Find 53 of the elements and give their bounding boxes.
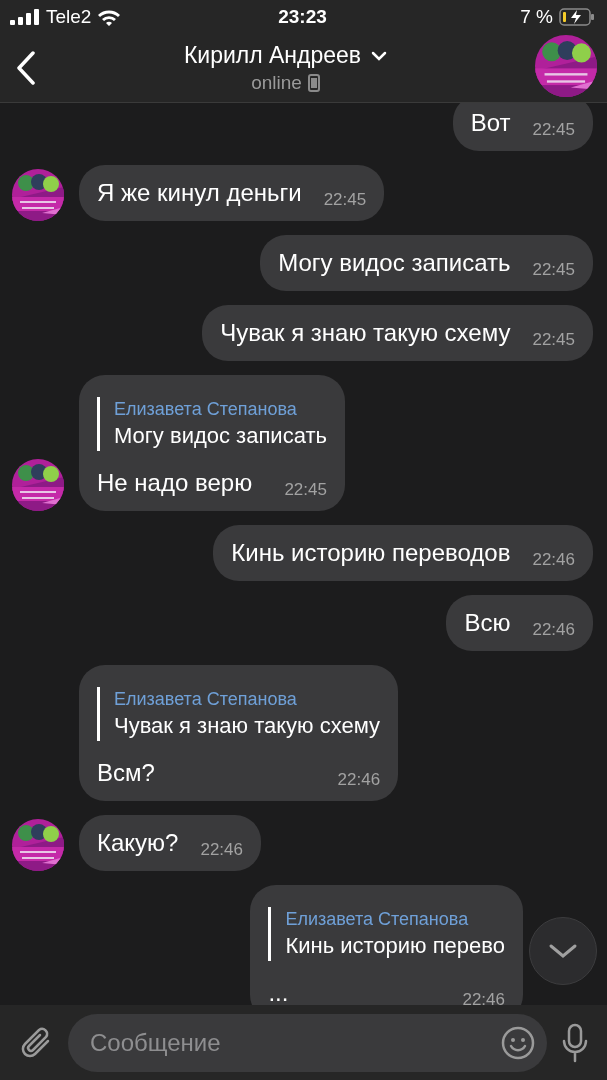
message-time: 22:45	[532, 329, 575, 351]
message-text: Чувак я знаю такую схему	[220, 318, 511, 348]
phone-icon	[307, 74, 320, 92]
contact-name[interactable]: Кирилл Андреев	[183, 42, 362, 69]
quoted-message[interactable]: Елизавета Степанова Чувак я знаю такую схему	[97, 687, 381, 741]
carrier-name: Tele2	[46, 6, 92, 28]
smiley-icon[interactable]	[501, 1025, 535, 1060]
message-text: Какую?	[97, 828, 179, 858]
message-text: Не надо верю	[97, 468, 253, 498]
back-icon[interactable]	[16, 51, 36, 85]
message-text: Я же кинул деньги	[97, 178, 302, 208]
battery-percent: 7 %	[520, 6, 553, 28]
message-bubble[interactable]: Елизавета Степанова Могу видос записать Не надо верю 22:45	[79, 375, 345, 511]
clock: 23:23	[278, 6, 327, 28]
message-text: Могу видос записать	[278, 248, 511, 278]
message-bubble[interactable]: Какую? 22:46	[79, 815, 261, 871]
message-bubble[interactable]: Всю 22:46	[446, 595, 593, 651]
message-time: 22:45	[532, 119, 575, 141]
signal-icon	[10, 9, 40, 25]
message-bubble[interactable]: Я же кинул деньги 22:45	[79, 165, 385, 221]
quote-author: Елизавета Степанова	[114, 398, 298, 421]
quote-text: Кинь историю перево	[285, 932, 505, 960]
quote-text: Могу видос записать	[114, 422, 327, 450]
message-field[interactable]: Сообщение	[68, 1013, 547, 1072]
message-bubble[interactable]: Кинь историю переводов 22:46	[213, 525, 593, 581]
message-time: 22:45	[532, 259, 575, 281]
chevron-down-icon[interactable]	[371, 50, 388, 61]
quoted-message[interactable]: Елизавета Степанова Могу видос записать	[97, 397, 327, 451]
quote-author: Елизавета Степанова	[285, 908, 470, 931]
message-time: 22:45	[323, 189, 367, 211]
quote-text: Чувак я знаю такую схему	[114, 712, 381, 740]
message-text: Вот	[470, 108, 511, 138]
message-text: Всю	[464, 608, 511, 638]
message-text: Кинь историю переводов	[231, 538, 511, 568]
message-text: ...	[268, 978, 289, 1005]
message-bubble[interactable]: Елизавета Степанова Чувак я знаю такую схему Всм? 22:46	[79, 665, 399, 801]
message-bubble[interactable]: Вот 22:45	[452, 103, 593, 151]
message-bubble[interactable]: Чувак я знаю такую схему 22:45	[202, 305, 593, 361]
message-time: 22:46	[532, 619, 575, 641]
quoted-message[interactable]: Елизавета Степанова Кинь историю перево	[268, 907, 505, 961]
message-bubble[interactable]: Елизавета Степанова Кинь историю перево ... 22:46	[250, 885, 523, 1005]
microphone-icon[interactable]	[561, 1022, 589, 1063]
message-time: 22:45	[284, 479, 327, 501]
message-time: 22:46	[462, 989, 505, 1005]
message-time: 22:46	[337, 769, 381, 791]
chevron-down-icon	[548, 943, 578, 959]
message-time: 22:46	[532, 549, 575, 571]
online-status: online	[251, 72, 302, 94]
wifi-icon	[97, 8, 122, 26]
message-bubble[interactable]: Могу видос записать 22:45	[260, 235, 593, 291]
quote-author: Елизавета Степанова	[114, 688, 298, 711]
message-time: 22:46	[200, 839, 243, 861]
message-text: Всм?	[97, 758, 155, 788]
